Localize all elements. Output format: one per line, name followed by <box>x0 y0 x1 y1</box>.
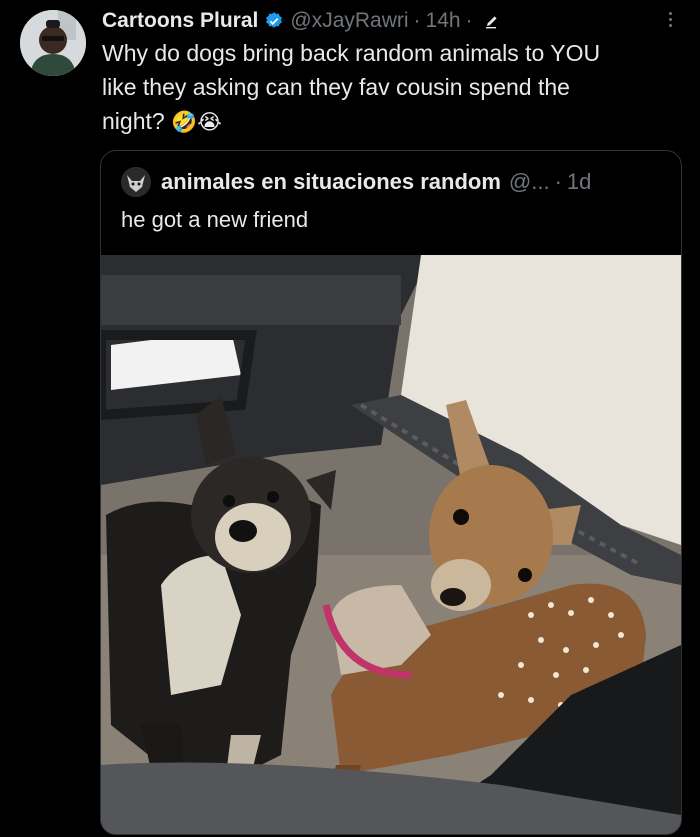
tweet-text-line-2: like they asking can they fav cousin spe… <box>102 74 570 100</box>
author-display-name[interactable]: Cartoons Plural <box>102 9 258 33</box>
author-avatar[interactable] <box>20 10 86 76</box>
author-handle[interactable]: @xJayRawri <box>290 9 408 33</box>
header-separator: · <box>413 9 421 32</box>
header-separator-2: · <box>465 9 473 32</box>
quoted-display-name[interactable]: animales en situaciones random <box>161 169 501 195</box>
more-options-icon[interactable] <box>660 8 680 30</box>
quoted-timestamp[interactable]: 1d <box>567 169 591 195</box>
quoted-tweet-photo[interactable] <box>101 255 681 834</box>
tweet-text: Why do dogs bring back random animals to… <box>102 36 682 139</box>
tweet-timestamp[interactable]: 14h <box>426 9 461 33</box>
verified-badge-icon <box>266 12 283 28</box>
quoted-author-avatar[interactable] <box>121 167 151 197</box>
quoted-handle[interactable]: @... <box>509 169 550 195</box>
quoted-tweet-header: animales en situaciones random @... · 1d <box>121 167 665 197</box>
tweet-text-line-3-wrap: night? 🤣😭 <box>102 104 682 139</box>
quoted-separator: · <box>554 169 562 194</box>
quoted-tweet-text: he got a new friend <box>121 207 309 232</box>
quoted-avatar-image <box>121 167 151 197</box>
quoted-tweet[interactable]: animales en situaciones random @... · 1d… <box>100 150 682 835</box>
tweet-text-line-3: night? <box>102 108 165 134</box>
rolling-laughing-emoji: 🤣 <box>171 110 198 134</box>
author-avatar-image <box>20 10 86 76</box>
tweet-header: Cartoons Plural @xJayRawri · 14h · <box>102 6 680 36</box>
crying-emoji: 😭 <box>197 110 222 134</box>
tweet-text-line-1: Why do dogs bring back random animals to… <box>102 40 601 66</box>
edit-pencil-icon[interactable] <box>484 13 500 29</box>
